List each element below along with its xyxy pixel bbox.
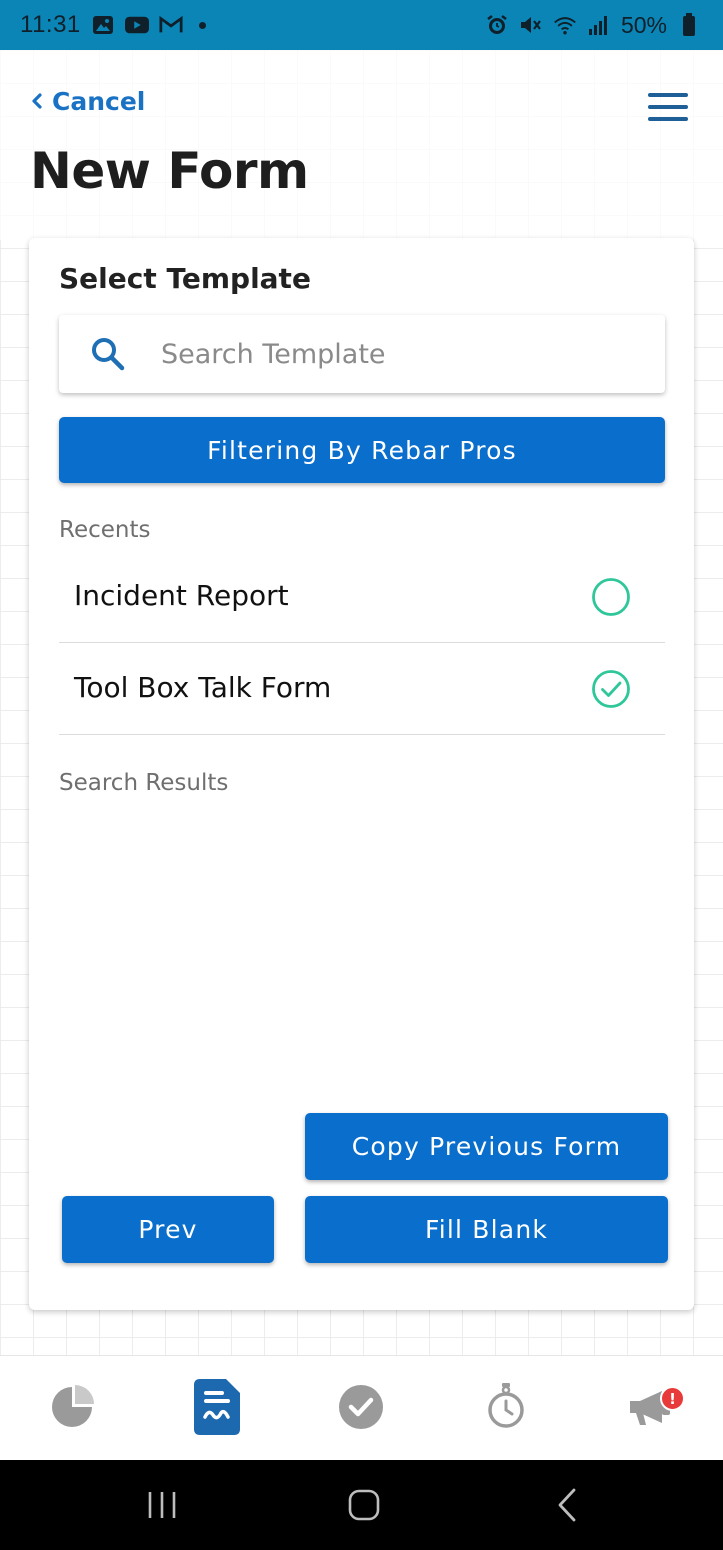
list-item-label: Incident Report <box>74 579 289 612</box>
youtube-icon <box>124 13 149 37</box>
chevron-left-icon <box>30 87 44 116</box>
list-item[interactable]: Incident Report <box>59 551 665 643</box>
select-template-card: Select Template Filtering By Rebar Pros … <box>29 238 694 1310</box>
check-circle-icon[interactable] <box>591 669 631 709</box>
filter-button[interactable]: Filtering By Rebar Pros <box>59 417 665 483</box>
page-title: New Form <box>30 142 309 200</box>
alarm-icon <box>485 13 509 37</box>
radio-unchecked-icon[interactable] <box>591 577 631 617</box>
search-icon <box>89 335 127 373</box>
search-results-label: Search Results <box>59 770 229 796</box>
recents-label: Recents <box>59 517 151 543</box>
tab-forms[interactable] <box>167 1356 267 1461</box>
cancel-label: Cancel <box>52 86 146 116</box>
signal-icon <box>587 13 611 37</box>
home-icon[interactable] <box>334 1480 394 1530</box>
gallery-icon <box>91 13 115 37</box>
list-item[interactable]: Tool Box Talk Form <box>59 643 665 735</box>
tab-dashboard[interactable] <box>22 1356 122 1461</box>
copy-previous-form-button[interactable]: Copy Previous Form <box>305 1113 668 1180</box>
bottom-tab-bar <box>0 1355 723 1460</box>
status-bar: 11:31 50% <box>0 0 723 50</box>
system-nav-bar <box>0 1460 723 1550</box>
mute-icon <box>519 13 543 37</box>
fill-blank-button[interactable]: Fill Blank <box>305 1196 668 1263</box>
search-input[interactable] <box>161 329 641 379</box>
tab-tasks[interactable] <box>311 1356 411 1461</box>
wifi-icon <box>553 13 577 37</box>
battery-percent: 50% <box>620 11 667 38</box>
prev-button[interactable]: Prev <box>62 1196 274 1263</box>
status-right: 50% <box>485 12 701 39</box>
notification-badge: ! <box>660 1386 685 1411</box>
battery-icon <box>677 13 701 37</box>
hamburger-menu-icon[interactable] <box>648 93 688 121</box>
status-left: 11:31 <box>20 11 206 39</box>
pie-chart-icon <box>50 1384 94 1433</box>
card-title: Select Template <box>59 262 311 295</box>
form-document-icon <box>194 1378 240 1439</box>
stopwatch-icon <box>487 1382 525 1435</box>
list-item-label: Tool Box Talk Form <box>74 671 332 704</box>
search-box[interactable] <box>59 315 665 393</box>
gmail-icon <box>159 13 183 37</box>
recent-apps-icon[interactable] <box>132 1480 192 1530</box>
back-icon[interactable] <box>538 1480 598 1530</box>
check-circle-icon <box>338 1384 384 1434</box>
status-time: 11:31 <box>20 11 81 38</box>
tab-announcements[interactable] <box>600 1356 700 1461</box>
cancel-button[interactable]: Cancel <box>30 84 145 118</box>
tab-timer[interactable] <box>456 1356 556 1461</box>
notification-dot-icon <box>198 21 206 29</box>
